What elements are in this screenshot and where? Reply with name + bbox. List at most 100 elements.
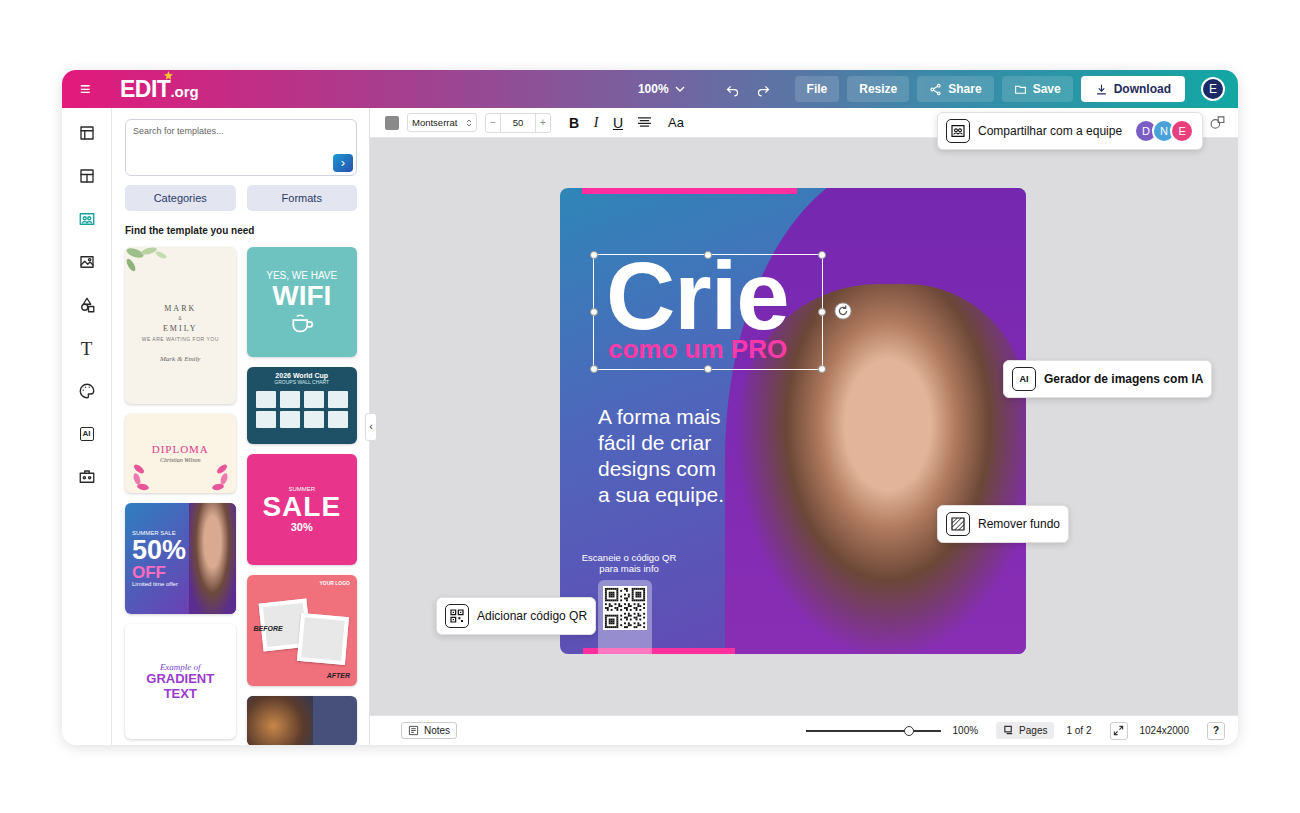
top-action-button[interactable]: File: [795, 76, 840, 102]
user-avatar[interactable]: E: [1201, 77, 1225, 101]
template-card[interactable]: SUMMERSALE30%: [247, 454, 358, 565]
leaves-icon: [125, 247, 185, 287]
coffee-cup-icon: [289, 313, 315, 334]
menu-button[interactable]: ≡: [80, 80, 96, 98]
template-card[interactable]: [247, 696, 358, 745]
align-icon[interactable]: [637, 116, 652, 129]
bold-button[interactable]: B: [567, 115, 581, 131]
template-text: Christian Wilson: [160, 457, 201, 464]
increase-button[interactable]: +: [536, 117, 550, 128]
resize-handle[interactable]: [704, 365, 712, 373]
qr-block[interactable]: [598, 580, 652, 654]
team-avatar[interactable]: E: [1170, 119, 1194, 143]
help-button[interactable]: ?: [1207, 722, 1225, 740]
font-select[interactable]: Montserrat: [407, 113, 477, 132]
rail-item[interactable]: [77, 382, 97, 400]
template-card[interactable]: 2026 World CupGROUPS WALL CHART: [247, 367, 358, 444]
underline-button[interactable]: U: [611, 115, 625, 131]
design-body-text[interactable]: A forma maisfácil de criardesigns coma s…: [598, 404, 724, 508]
rail-item[interactable]: AI: [77, 425, 97, 443]
top-action-button[interactable]: Download: [1081, 76, 1185, 102]
body-line: fácil de criar: [598, 430, 724, 456]
search-button[interactable]: ›: [333, 154, 353, 172]
caption-line: para mais info: [599, 563, 659, 574]
feature-callout[interactable]: Adicionar código QR: [436, 597, 596, 635]
rotate-icon[interactable]: [834, 302, 852, 320]
color-swatch[interactable]: [385, 116, 399, 130]
tool-rail: T AI: [62, 108, 112, 745]
resize-handle[interactable]: [590, 251, 598, 259]
design-title[interactable]: Crie: [606, 248, 789, 344]
selection-box[interactable]: [593, 254, 823, 370]
top-action-button[interactable]: Share: [917, 76, 993, 102]
resize-handle[interactable]: [590, 365, 598, 373]
resize-handle[interactable]: [818, 365, 826, 373]
top-action-button[interactable]: Resize: [847, 76, 909, 102]
search-placeholder: Search for templates...: [133, 126, 353, 136]
decrease-button[interactable]: −: [486, 117, 500, 128]
rail-item[interactable]: [77, 296, 97, 314]
rail-item[interactable]: [77, 167, 97, 185]
body-line: designs com: [598, 456, 724, 482]
notes-button[interactable]: Notes: [401, 722, 457, 739]
pages-label: Pages: [1019, 725, 1047, 736]
template-card[interactable]: SUMMER SALE50%OFFLimited time offer: [125, 503, 236, 614]
rail-item[interactable]: [77, 468, 97, 486]
slider-knob[interactable]: [904, 726, 914, 736]
photo-frame: [296, 613, 348, 665]
feature-callout[interactable]: Remover fundo: [937, 505, 1069, 543]
callout-label: Remover fundo: [978, 517, 1060, 531]
resize-handle[interactable]: [590, 308, 598, 316]
template-card[interactable]: MARK&EMILYWE ARE WAITING FOR YOUMark & E…: [125, 247, 236, 404]
group-box: [328, 411, 348, 428]
collapse-panel-button[interactable]: ‹: [365, 413, 377, 441]
undo-icon[interactable]: [725, 82, 740, 97]
fullscreen-button[interactable]: [1110, 722, 1128, 740]
font-size-field[interactable]: 50: [500, 114, 536, 132]
chevron-down-icon: [675, 86, 685, 92]
top-action-button[interactable]: Save: [1002, 76, 1073, 102]
panel-tab[interactable]: Categories: [125, 185, 236, 211]
qr-caption[interactable]: Escaneie o código QRpara mais info: [574, 552, 684, 574]
rail-item[interactable]: [77, 210, 97, 228]
expand-icon: [1113, 725, 1124, 736]
callout-icon-box: AI: [1012, 367, 1036, 391]
rail-item[interactable]: [77, 124, 97, 142]
template-text: YOUR LOGO: [319, 581, 350, 587]
logo[interactable]: EDIT.org: [120, 76, 199, 103]
template-card[interactable]: DIPLOMAChristian Wilson: [125, 414, 236, 493]
rail-item[interactable]: T: [77, 339, 97, 357]
feature-callout[interactable]: AIGerador de imagens com IA: [1003, 360, 1212, 398]
panel-tab[interactable]: Formats: [247, 185, 358, 211]
logo-name: EDIT: [120, 76, 170, 103]
template-text: Mark & Emily: [160, 355, 200, 363]
template-text: OFF: [132, 564, 166, 581]
zoom-select[interactable]: 100%: [638, 82, 685, 96]
feature-callout[interactable]: Compartilhar com a equipeDNE: [937, 112, 1203, 150]
template-photo: [247, 696, 313, 745]
template-card[interactable]: YOUR LOGOBEFOREAFTER: [247, 575, 358, 686]
redo-icon[interactable]: [756, 82, 771, 97]
template-card[interactable]: Example ofGRADIENTTEXT: [125, 624, 236, 739]
laurel-icon: [210, 461, 230, 491]
template-text: WIFI: [272, 281, 331, 310]
template-search[interactable]: Search for templates... ›: [125, 119, 357, 176]
zoom-slider[interactable]: [806, 725, 941, 737]
resize-handle[interactable]: [704, 251, 712, 259]
resize-handle[interactable]: [818, 251, 826, 259]
rail-item[interactable]: [77, 253, 97, 271]
laurel-icon: [131, 461, 151, 491]
resize-handle[interactable]: [818, 308, 826, 316]
button-label: Share: [948, 82, 981, 96]
design-card[interactable]: Criecomo um PRO A forma maisfácil de cria…: [560, 188, 1026, 654]
text-case-button[interactable]: Aa: [668, 115, 684, 130]
template-card[interactable]: YES, WE HAVEWIFI: [247, 247, 358, 357]
body-line: a sua equipe.: [598, 482, 724, 508]
star-icon: [164, 71, 173, 80]
shapes-icon[interactable]: [1209, 114, 1226, 131]
italic-button[interactable]: I: [589, 115, 603, 131]
template-panel: Search for templates... › Categories Format…: [112, 108, 370, 745]
design-subtitle[interactable]: como um PRO: [608, 336, 787, 362]
pages-button[interactable]: Pages: [996, 722, 1054, 739]
logo-suffix-wrap: .org: [170, 83, 198, 101]
